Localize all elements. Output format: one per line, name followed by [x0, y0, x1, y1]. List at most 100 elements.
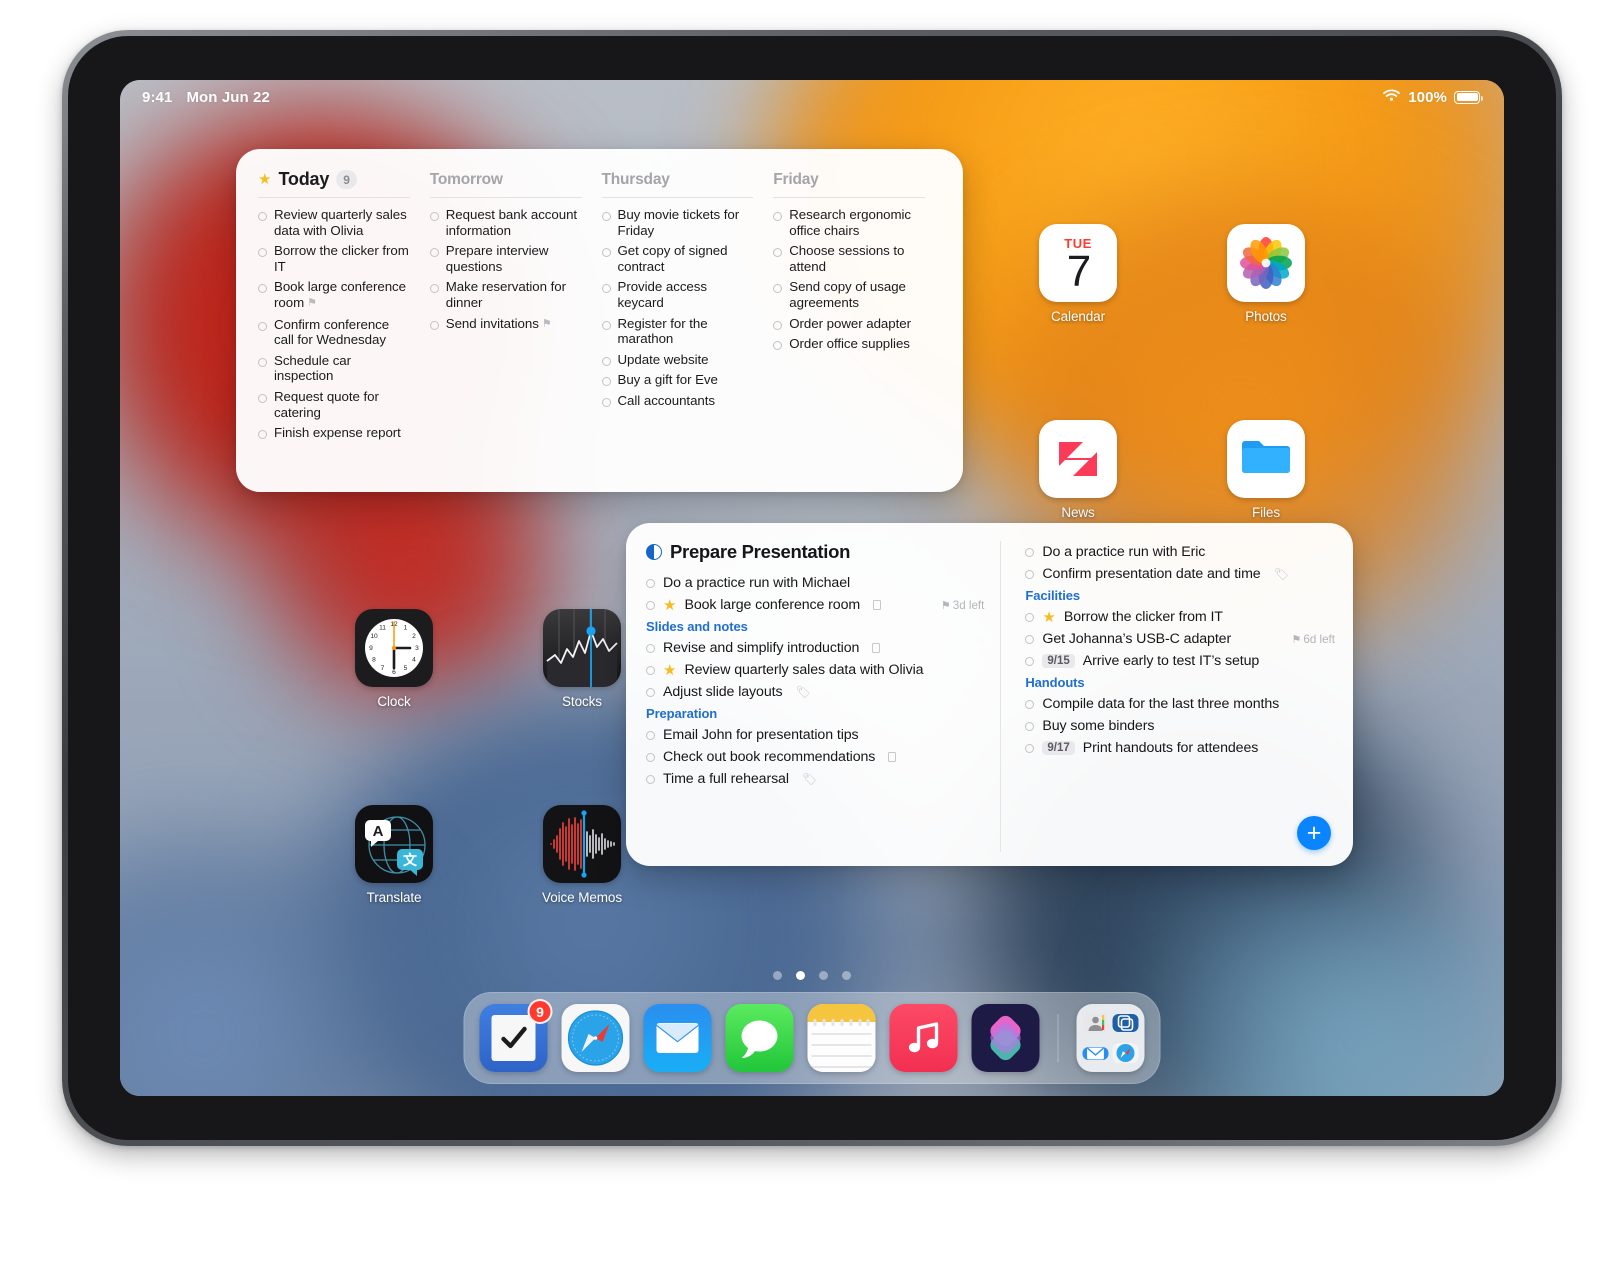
checkbox-circle-icon[interactable]: [773, 341, 783, 351]
list-item[interactable]: Buy a gift for Eve: [601, 372, 754, 388]
list-item[interactable]: Check out book recommendations: [646, 746, 984, 768]
list-item[interactable]: Confirm conference call for Wednesday: [258, 317, 410, 348]
list-item[interactable]: ★ Book large conference room ⚑ 3d left: [646, 594, 984, 616]
files-icon[interactable]: [1227, 420, 1305, 498]
app-icon-voice-memos[interactable]: Voice Memos: [530, 805, 634, 905]
list-item[interactable]: Confirm presentation date and time 🏷: [1025, 563, 1335, 585]
list-item[interactable]: Order power adapter: [773, 316, 925, 332]
checkbox-circle-icon[interactable]: [1025, 634, 1035, 644]
list-item[interactable]: Register for the marathon: [601, 316, 754, 347]
list-item[interactable]: ★ Borrow the clicker from IT: [1025, 606, 1335, 628]
list-item[interactable]: 9/15 Arrive early to test IT’s setup: [1025, 650, 1335, 672]
list-item[interactable]: Order office supplies: [773, 336, 925, 352]
checkbox-circle-icon[interactable]: [1025, 569, 1035, 579]
scheduled-column-tomorrow[interactable]: Tomorrow Request bank account informatio…: [426, 169, 598, 478]
checkbox-circle-icon[interactable]: [773, 320, 783, 330]
stocks-icon[interactable]: [543, 609, 621, 687]
checkbox-circle-icon[interactable]: [773, 248, 783, 258]
list-item[interactable]: Call accountants: [601, 393, 754, 409]
list-item[interactable]: Compile data for the last three months: [1025, 693, 1335, 715]
list-item[interactable]: Buy movie tickets for Friday: [601, 207, 754, 238]
list-item[interactable]: Time a full rehearsal 🏷: [646, 768, 984, 790]
checkbox-circle-icon[interactable]: [1025, 612, 1035, 622]
checkbox-circle-icon[interactable]: [429, 284, 439, 294]
list-item[interactable]: Send copy of usage agreements: [773, 279, 925, 310]
checkbox-circle-icon[interactable]: [646, 752, 655, 762]
checkbox-circle-icon[interactable]: [429, 248, 439, 258]
list-item[interactable]: Adjust slide layouts 🏷: [646, 681, 984, 703]
list-item[interactable]: Schedule car inspection: [258, 353, 410, 384]
list-item[interactable]: Revise and simplify introduction: [646, 637, 984, 659]
list-item[interactable]: Request bank account information: [429, 207, 582, 238]
photos-icon[interactable]: [1227, 224, 1305, 302]
dock-item-notes[interactable]: [807, 1004, 876, 1072]
checkbox-circle-icon[interactable]: [1025, 721, 1035, 731]
checkbox-circle-icon[interactable]: [258, 393, 267, 403]
list-item[interactable]: ★ Review quarterly sales data with Olivi…: [646, 659, 984, 681]
dock-item-shortcuts[interactable]: [971, 1004, 1040, 1072]
list-item[interactable]: Get copy of signed contract: [601, 243, 754, 274]
checkbox-circle-icon[interactable]: [646, 774, 655, 784]
checkbox-circle-icon[interactable]: [258, 212, 267, 221]
list-item[interactable]: Email John for presentation tips: [646, 724, 984, 746]
dock-item-messages[interactable]: [725, 1004, 794, 1072]
list-item[interactable]: Update website: [601, 352, 754, 368]
checkbox-circle-icon[interactable]: [601, 377, 611, 387]
list-item[interactable]: Book large conference room ⚑: [258, 279, 410, 311]
list-item[interactable]: Prepare interview questions: [429, 243, 582, 274]
voice-memos-icon[interactable]: [543, 805, 621, 883]
checkbox-circle-icon[interactable]: [601, 248, 611, 258]
checkbox-circle-icon[interactable]: [773, 212, 783, 221]
checkbox-circle-icon[interactable]: [258, 284, 267, 294]
checkbox-circle-icon[interactable]: [1025, 547, 1035, 557]
list-item[interactable]: Send invitations ⚑: [429, 316, 582, 333]
checkbox-circle-icon[interactable]: [601, 356, 611, 366]
list-item[interactable]: Get Johanna’s USB-C adapter ⚑ 6d left: [1025, 628, 1335, 650]
dock-item-reminders[interactable]: 9: [479, 999, 553, 1072]
checkbox-circle-icon[interactable]: [646, 687, 655, 697]
clock-icon[interactable]: 1212 345 678 91011: [355, 609, 433, 687]
checkbox-circle-icon[interactable]: [258, 248, 267, 258]
app-icon-calendar[interactable]: TUE 7 Calendar: [1026, 224, 1130, 324]
app-icon-stocks[interactable]: Stocks: [530, 609, 634, 709]
checkbox-circle-icon[interactable]: [646, 730, 655, 740]
list-item[interactable]: Buy some binders: [1025, 715, 1335, 737]
scheduled-column-today[interactable]: ★ Today 9 Review quarterly sales data wi…: [258, 169, 426, 478]
checkbox-circle-icon[interactable]: [601, 320, 611, 330]
checkbox-circle-icon[interactable]: [646, 665, 655, 675]
scheduled-column-friday[interactable]: Friday Research ergonomic office chairs …: [769, 169, 941, 478]
checkbox-circle-icon[interactable]: [1025, 656, 1035, 666]
dock-item-music[interactable]: [889, 1004, 958, 1072]
scheduled-reminders-widget[interactable]: ★ Today 9 Review quarterly sales data wi…: [236, 149, 963, 492]
news-icon[interactable]: [1039, 420, 1117, 498]
checkbox-circle-icon[interactable]: [1025, 699, 1035, 709]
checkbox-circle-icon[interactable]: [773, 284, 783, 294]
list-item[interactable]: Finish expense report: [258, 425, 410, 441]
checkbox-circle-icon[interactable]: [601, 284, 611, 294]
list-item[interactable]: Do a practice run with Michael: [646, 572, 984, 594]
list-item[interactable]: Review quarterly sales data with Olivia: [258, 207, 410, 238]
dock-item-recents-folder[interactable]: [1076, 1004, 1145, 1072]
checkbox-circle-icon[interactable]: [601, 212, 611, 221]
app-icon-clock[interactable]: 1212 345 678 91011 Clock: [342, 609, 446, 709]
app-icon-files[interactable]: Files: [1214, 420, 1318, 520]
page-dot[interactable]: [773, 971, 782, 980]
calendar-icon[interactable]: TUE 7: [1039, 224, 1117, 302]
checkbox-circle-icon[interactable]: [1025, 743, 1035, 753]
checkbox-circle-icon[interactable]: [258, 430, 267, 440]
app-icon-news[interactable]: News: [1026, 420, 1130, 520]
checkbox-circle-icon[interactable]: [258, 357, 267, 367]
page-dot[interactable]: [819, 971, 828, 980]
list-item[interactable]: Make reservation for dinner: [429, 279, 582, 310]
page-dots[interactable]: [120, 971, 1504, 980]
prepare-presentation-widget[interactable]: Prepare Presentation Do a practice run w…: [626, 523, 1353, 866]
checkbox-circle-icon[interactable]: [258, 321, 267, 331]
dock-item-mail[interactable]: [643, 1004, 712, 1072]
checkbox-circle-icon[interactable]: [429, 320, 439, 330]
list-item[interactable]: Do a practice run with Eric: [1025, 541, 1335, 563]
checkbox-circle-icon[interactable]: [646, 643, 655, 653]
list-item[interactable]: Research ergonomic office chairs: [773, 207, 925, 238]
checkbox-circle-icon[interactable]: [429, 212, 439, 221]
checkbox-circle-icon[interactable]: [646, 578, 655, 588]
list-item[interactable]: Provide access keycard: [601, 279, 754, 310]
